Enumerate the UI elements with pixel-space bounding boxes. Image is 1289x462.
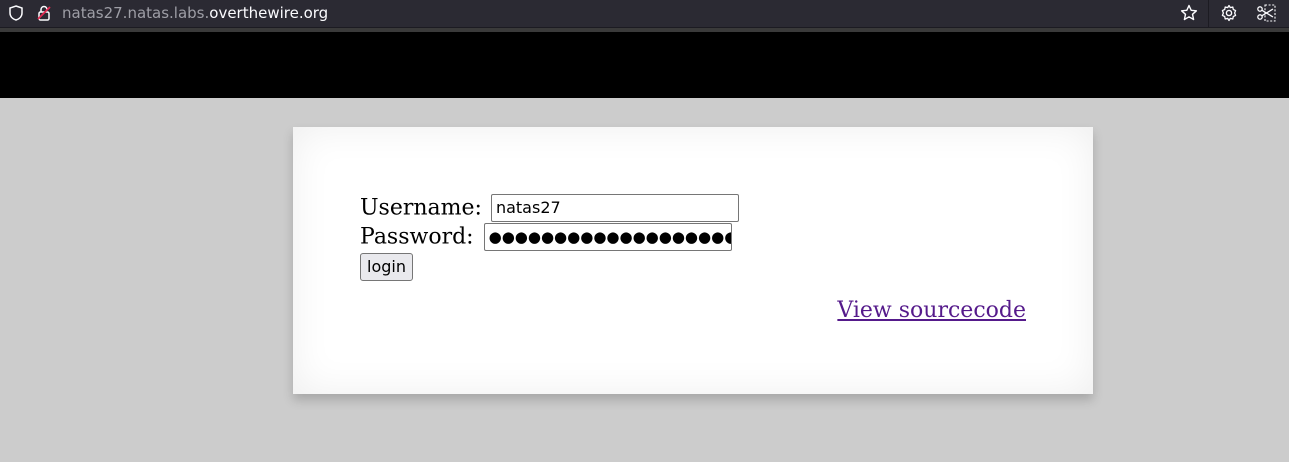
username-input[interactable]: natas27 <box>490 194 739 222</box>
password-input[interactable]: ●●●●●●●●●●●●●●●●●●●● <box>483 223 732 251</box>
login-button[interactable]: login <box>360 253 413 281</box>
view-sourcecode-link[interactable]: View sourcecode <box>837 298 1026 323</box>
login-form: Username: natas27 Password: ●●●●●●●●●●●●… <box>360 193 739 281</box>
content-box: Username: natas27 Password: ●●●●●●●●●●●●… <box>293 127 1093 394</box>
gear-icon[interactable] <box>1220 4 1238 22</box>
header-band-edge <box>0 28 1289 32</box>
url-domain: overthewire.org <box>209 4 329 22</box>
shield-icon[interactable] <box>8 5 24 21</box>
page-header-band <box>0 28 1289 98</box>
url-text[interactable]: natas27.natas.labs.overthewire.org <box>62 4 328 22</box>
toolbar-separator <box>1208 0 1209 28</box>
password-row: Password: ●●●●●●●●●●●●●●●●●●●● <box>360 222 739 251</box>
url-subdomain: natas27.natas.labs. <box>62 4 210 22</box>
username-row: Username: natas27 <box>360 193 739 222</box>
password-label: Password: <box>360 224 474 250</box>
star-icon[interactable] <box>1180 4 1198 22</box>
username-label: Username: <box>360 195 482 221</box>
lock-icon[interactable] <box>35 4 53 22</box>
screenshot-icon[interactable] <box>1256 4 1276 22</box>
browser-url-bar: natas27.natas.labs.overthewire.org <box>0 0 1289 28</box>
